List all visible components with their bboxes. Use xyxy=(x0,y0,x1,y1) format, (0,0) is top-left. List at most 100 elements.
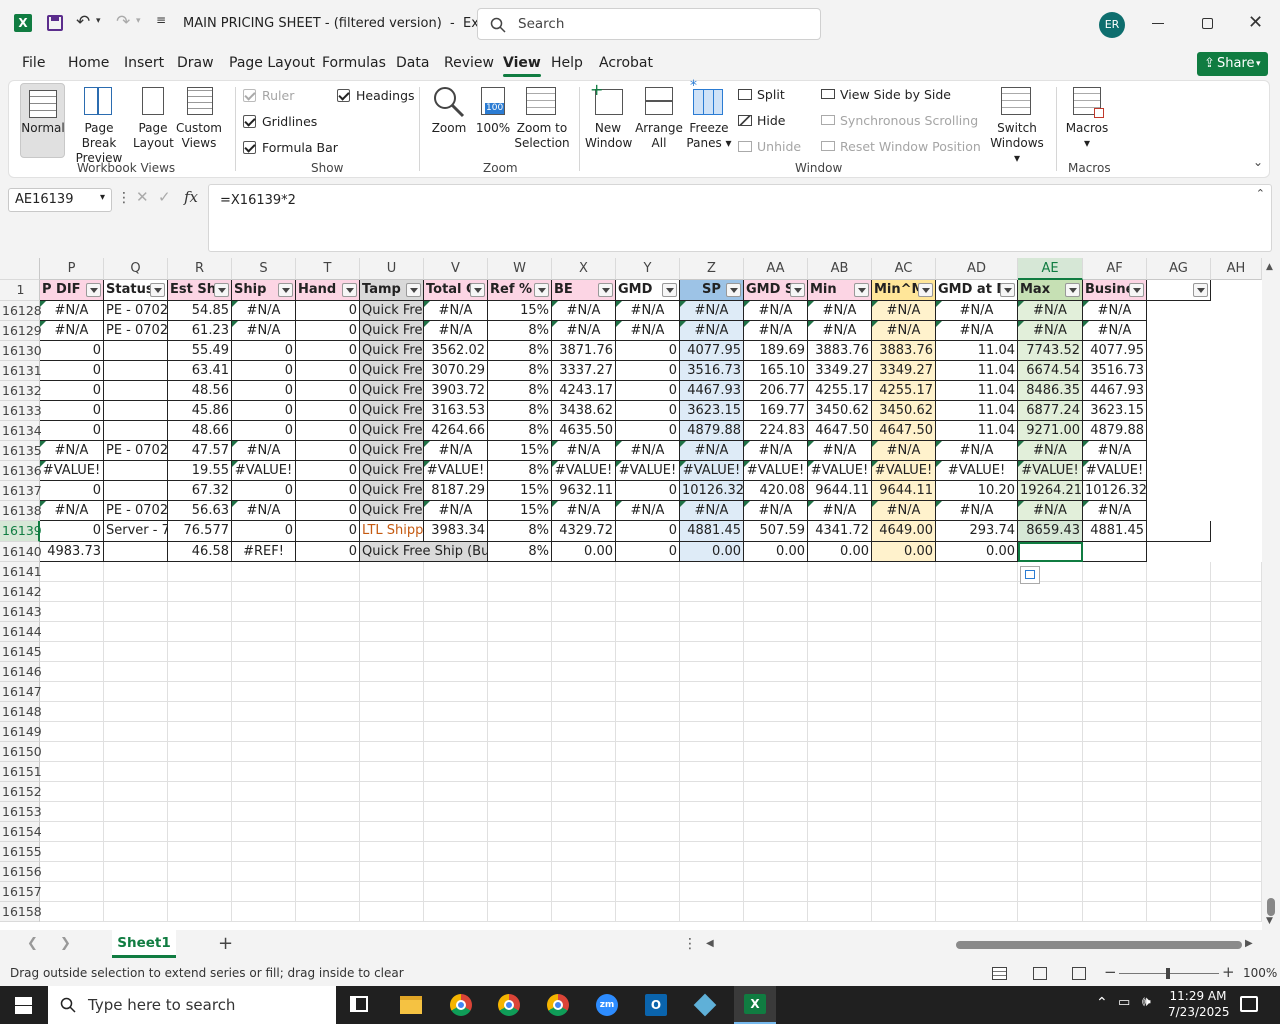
empty-cell[interactable] xyxy=(808,882,872,902)
table-cell[interactable]: 507.59 xyxy=(744,521,808,542)
table-cell[interactable]: 4264.66 xyxy=(424,421,488,441)
empty-cell[interactable] xyxy=(616,842,680,862)
empty-cell[interactable] xyxy=(232,682,296,702)
empty-cell[interactable] xyxy=(232,842,296,862)
excel-taskbar-icon[interactable]: X xyxy=(734,986,776,1024)
table-cell[interactable]: #N/A xyxy=(232,441,296,461)
table-cell[interactable]: 4467.93 xyxy=(680,381,744,401)
table-cell[interactable]: 54.85 xyxy=(168,301,232,321)
column-header-aa[interactable]: AA xyxy=(744,258,808,280)
table-cell[interactable]: 224.83 xyxy=(744,421,808,441)
table-cell[interactable]: 3871.76 xyxy=(552,341,616,361)
table-cell[interactable] xyxy=(1147,521,1211,542)
empty-cell[interactable] xyxy=(1018,862,1083,882)
table-cell[interactable]: 0 xyxy=(296,321,360,341)
zoom-slider[interactable] xyxy=(1119,968,1219,979)
row-header-16143[interactable]: 16143 xyxy=(0,602,42,622)
column-header-s[interactable]: S xyxy=(232,258,296,280)
row-header-16155[interactable]: 16155 xyxy=(0,842,42,862)
table-cell[interactable]: 8% xyxy=(488,361,552,381)
empty-cell[interactable] xyxy=(808,742,872,762)
table-cell[interactable]: #N/A xyxy=(232,301,296,321)
table-cell[interactable] xyxy=(104,401,168,421)
table-cell[interactable]: 0 xyxy=(616,542,680,562)
table-cell[interactable]: PE - 0702 xyxy=(104,321,168,341)
empty-cell[interactable] xyxy=(40,702,104,722)
arrange-all-icon[interactable] xyxy=(645,87,673,115)
row-header-16138[interactable]: 16138 xyxy=(0,501,42,521)
table-cell[interactable]: #N/A xyxy=(616,321,680,341)
split-button[interactable]: Split xyxy=(738,87,785,102)
table-cell[interactable]: 11.04 xyxy=(936,381,1018,401)
empty-cell[interactable] xyxy=(1147,762,1211,782)
select-all-corner[interactable]: 1 xyxy=(0,280,40,301)
empty-cell[interactable] xyxy=(104,882,168,902)
empty-cell[interactable] xyxy=(1083,562,1147,582)
empty-cell[interactable] xyxy=(296,822,360,842)
empty-cell[interactable] xyxy=(1018,782,1083,802)
empty-cell[interactable] xyxy=(744,682,808,702)
empty-cell[interactable] xyxy=(168,562,232,582)
empty-cell[interactable] xyxy=(808,842,872,862)
customize-qat-icon[interactable]: ≡ xyxy=(156,13,166,27)
tab-file[interactable]: File xyxy=(22,55,45,71)
empty-cell[interactable] xyxy=(296,722,360,742)
empty-cell[interactable] xyxy=(680,582,744,602)
filter-dropdown-icon[interactable] xyxy=(1065,283,1080,297)
table-cell[interactable]: 0 xyxy=(40,341,104,361)
empty-cell[interactable] xyxy=(808,722,872,742)
table-cell[interactable]: #VALUE! xyxy=(424,461,488,481)
empty-cell[interactable] xyxy=(488,622,552,642)
table-cell[interactable]: 4467.93 xyxy=(1083,381,1147,401)
table-cell[interactable]: 3450.62 xyxy=(808,401,872,421)
table-cell[interactable]: #N/A xyxy=(232,501,296,521)
table-cell[interactable]: 0 xyxy=(296,421,360,441)
empty-cell[interactable] xyxy=(232,562,296,582)
scroll-thumb[interactable] xyxy=(1267,898,1275,916)
empty-cell[interactable] xyxy=(1083,782,1147,802)
empty-cell[interactable] xyxy=(104,842,168,862)
empty-cell[interactable] xyxy=(744,762,808,782)
empty-cell[interactable] xyxy=(872,862,936,882)
empty-cell[interactable] xyxy=(936,902,1018,922)
table-cell[interactable]: 3983.34 xyxy=(424,521,488,542)
table-cell[interactable]: 11.04 xyxy=(936,361,1018,381)
table-cell[interactable]: 3562.02 xyxy=(424,341,488,361)
table-cell[interactable]: #N/A xyxy=(872,301,936,321)
empty-cell[interactable] xyxy=(744,902,808,922)
empty-cell[interactable] xyxy=(744,742,808,762)
empty-cell[interactable] xyxy=(232,742,296,762)
macros-icon[interactable] xyxy=(1073,87,1104,118)
table-header-cell[interactable]: Max xyxy=(1018,280,1083,301)
table-cell[interactable]: #N/A xyxy=(40,441,104,461)
table-cell[interactable]: #N/A xyxy=(808,501,872,521)
task-view-icon[interactable] xyxy=(350,996,368,1012)
empty-cell[interactable] xyxy=(1211,762,1262,782)
empty-cell[interactable] xyxy=(104,742,168,762)
table-cell[interactable] xyxy=(104,461,168,481)
table-cell[interactable]: 0 xyxy=(616,521,680,542)
table-cell[interactable]: 8187.29 xyxy=(424,481,488,501)
empty-cell[interactable] xyxy=(40,742,104,762)
column-header-ab[interactable]: AB xyxy=(808,258,872,280)
empty-cell[interactable] xyxy=(552,782,616,802)
table-cell[interactable]: #N/A xyxy=(744,501,808,521)
table-header-cell[interactable]: GMD xyxy=(616,280,680,301)
empty-cell[interactable] xyxy=(296,642,360,662)
empty-cell[interactable] xyxy=(1083,662,1147,682)
column-header-ag[interactable]: AG xyxy=(1147,258,1211,280)
empty-cell[interactable] xyxy=(1147,682,1211,702)
table-cell[interactable]: #N/A xyxy=(744,301,808,321)
empty-cell[interactable] xyxy=(360,662,424,682)
empty-cell[interactable] xyxy=(488,642,552,662)
empty-cell[interactable] xyxy=(424,882,488,902)
table-cell[interactable]: 19.55 xyxy=(168,461,232,481)
table-cell[interactable]: 4077.95 xyxy=(1083,341,1147,361)
table-cell[interactable]: #N/A xyxy=(808,301,872,321)
empty-cell[interactable] xyxy=(424,622,488,642)
column-header-ac[interactable]: AC xyxy=(872,258,936,280)
table-cell[interactable]: 8% xyxy=(488,321,552,341)
empty-cell[interactable] xyxy=(1018,822,1083,842)
table-cell[interactable]: 3163.53 xyxy=(424,401,488,421)
empty-cell[interactable] xyxy=(744,862,808,882)
